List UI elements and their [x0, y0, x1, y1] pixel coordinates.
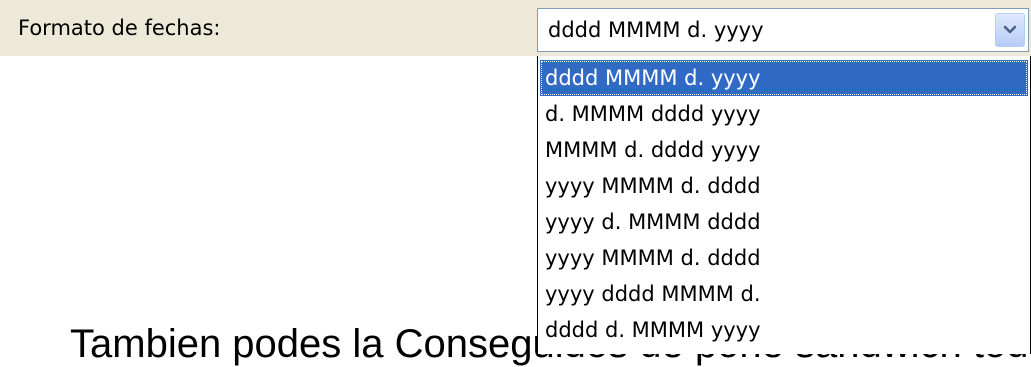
date-format-option[interactable]: yyyy MMMM d. dddd [540, 240, 1028, 276]
date-format-current-value: dddd MMMM d. yyyy [548, 18, 764, 42]
date-format-option[interactable]: MMMM d. dddd yyyy [540, 132, 1028, 168]
date-format-option[interactable]: yyyy dddd MMMM d. [540, 276, 1028, 312]
date-format-combobox[interactable]: dddd MMMM d. yyyy [537, 8, 1029, 52]
date-format-label: Formato de fechas: [18, 16, 221, 40]
date-format-option[interactable]: d. MMMM dddd yyyy [540, 96, 1028, 132]
date-format-dropdown-list[interactable]: dddd MMMM d. yyyy d. MMMM dddd yyyy MMMM… [537, 56, 1031, 354]
date-format-option[interactable]: yyyy d. MMMM dddd [540, 204, 1028, 240]
date-format-option[interactable]: dddd MMMM d. yyyy [540, 60, 1028, 96]
dropdown-arrow-button[interactable] [995, 13, 1025, 47]
chevron-down-icon [1003, 25, 1017, 34]
date-format-option[interactable]: dddd d. MMMM yyyy [540, 312, 1028, 348]
date-format-option[interactable]: yyyy MMMM d. dddd [540, 168, 1028, 204]
